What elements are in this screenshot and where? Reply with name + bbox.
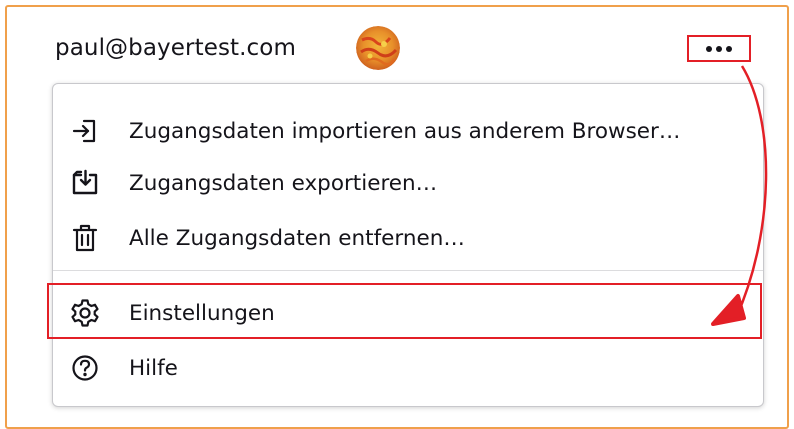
menu-item-label: Hilfe (129, 355, 178, 381)
menu-item-remove-all[interactable]: Alle Zugangsdaten entfernen… (53, 211, 763, 265)
more-options-button[interactable] (687, 35, 751, 62)
menu-item-export[interactable]: Zugangsdaten exportieren… (53, 156, 763, 210)
menu-item-settings[interactable]: Einstellungen (53, 286, 763, 340)
menu-item-help[interactable]: Hilfe (53, 341, 763, 395)
menu-item-label: Einstellungen (129, 300, 275, 326)
menu-item-label: Alle Zugangsdaten entfernen… (129, 225, 465, 251)
avatar[interactable] (356, 26, 400, 70)
menu-separator (53, 270, 763, 271)
menu-item-label: Zugangsdaten exportieren… (129, 170, 438, 196)
menu-item-label: Zugangsdaten importieren aus anderem Bro… (129, 118, 681, 144)
export-icon (70, 168, 100, 198)
account-row: paul@bayertest.com (55, 30, 296, 66)
ellipsis-icon (706, 45, 732, 52)
account-email: paul@bayertest.com (55, 35, 296, 61)
trash-icon (70, 223, 100, 253)
help-icon (70, 353, 100, 383)
import-icon (70, 116, 100, 146)
more-options-menu: Zugangsdaten importieren aus anderem Bro… (52, 83, 764, 407)
menu-item-import[interactable]: Zugangsdaten importieren aus anderem Bro… (53, 104, 763, 158)
gear-icon (70, 298, 100, 328)
